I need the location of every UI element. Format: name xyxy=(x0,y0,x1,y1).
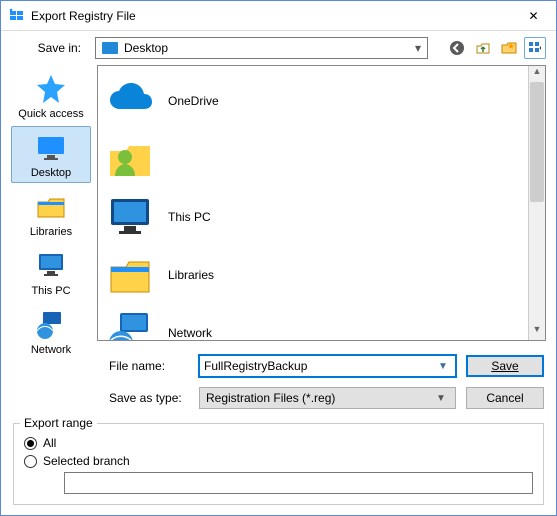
savein-label: Save in: xyxy=(11,41,81,55)
this-pc-icon xyxy=(35,250,67,282)
fields-area: File name: ▼ Save Save as type: Registra… xyxy=(1,347,556,419)
desktop-icon xyxy=(102,42,118,54)
file-label: This PC xyxy=(168,210,211,224)
scrollbar[interactable]: ▲ ▼ xyxy=(528,66,545,340)
desktop-monitor-icon xyxy=(35,132,67,164)
onedrive-icon xyxy=(106,77,154,125)
toolbar-nav-icons xyxy=(446,37,546,59)
export-registry-dialog: Export Registry File ✕ Save in: Desktop … xyxy=(0,0,557,516)
places-bar: Quick access Desktop Libraries This PC xyxy=(11,65,91,341)
back-button[interactable] xyxy=(446,37,468,59)
list-item-this-pc[interactable]: This PC xyxy=(102,188,524,246)
places-libraries[interactable]: Libraries xyxy=(11,185,91,242)
scroll-down-icon[interactable]: ▼ xyxy=(529,324,545,340)
savein-toolbar: Save in: Desktop ▾ xyxy=(1,31,556,65)
list-item-user[interactable] xyxy=(102,130,524,188)
place-label: Desktop xyxy=(31,167,71,179)
close-icon: ✕ xyxy=(528,9,538,23)
filetype-value: Registration Files (*.reg) xyxy=(206,391,433,405)
quick-access-icon xyxy=(35,73,67,105)
save-button[interactable]: Save xyxy=(466,355,544,377)
filetype-label: Save as type: xyxy=(109,391,189,405)
list-item-libraries[interactable]: Libraries xyxy=(102,246,524,304)
list-item-network[interactable]: Network xyxy=(102,304,524,340)
filename-input[interactable] xyxy=(204,359,435,373)
radio-all-row[interactable]: All xyxy=(24,436,533,450)
body-area: Quick access Desktop Libraries This PC xyxy=(1,65,556,347)
places-quick-access[interactable]: Quick access xyxy=(11,67,91,124)
titlebar: Export Registry File ✕ xyxy=(1,1,556,31)
places-this-pc[interactable]: This PC xyxy=(11,244,91,301)
libraries-large-icon xyxy=(106,251,154,299)
filename-combo[interactable]: ▼ xyxy=(199,355,456,377)
file-list-panel: OneDrive This PC xyxy=(97,65,546,341)
radio-all[interactable] xyxy=(24,437,37,450)
network-icon xyxy=(35,309,67,341)
scroll-thumb[interactable] xyxy=(530,82,544,202)
file-label: Libraries xyxy=(168,268,214,282)
close-button[interactable]: ✕ xyxy=(511,1,556,30)
cancel-button[interactable]: Cancel xyxy=(466,387,544,409)
file-list[interactable]: OneDrive This PC xyxy=(98,66,528,340)
app-icon xyxy=(9,8,25,24)
up-one-level-button[interactable] xyxy=(472,37,494,59)
chevron-down-icon[interactable]: ▼ xyxy=(433,393,449,404)
this-pc-large-icon xyxy=(106,193,154,241)
new-folder-button[interactable] xyxy=(498,37,520,59)
filetype-combo[interactable]: Registration Files (*.reg) ▼ xyxy=(199,387,456,409)
list-item-onedrive[interactable]: OneDrive xyxy=(102,72,524,130)
export-range-legend: Export range xyxy=(20,416,97,430)
file-label: Network xyxy=(168,326,212,340)
savein-combo[interactable]: Desktop ▾ xyxy=(95,37,428,59)
chevron-down-icon: ▾ xyxy=(409,41,427,55)
savein-value: Desktop xyxy=(124,41,409,55)
selected-branch-input[interactable] xyxy=(64,472,533,494)
radio-all-label: All xyxy=(43,436,56,450)
network-large-icon xyxy=(106,309,154,340)
places-desktop[interactable]: Desktop xyxy=(11,126,91,183)
place-label: Libraries xyxy=(30,226,72,238)
chevron-down-icon[interactable]: ▼ xyxy=(435,361,451,372)
export-range-fieldset: Export range All Selected branch xyxy=(13,423,544,505)
radio-selected-branch-label: Selected branch xyxy=(43,454,130,468)
radio-selected-branch-row[interactable]: Selected branch xyxy=(24,454,533,468)
filename-label: File name: xyxy=(109,359,189,373)
libraries-icon xyxy=(35,191,67,223)
scroll-up-icon[interactable]: ▲ xyxy=(529,66,545,82)
window-title: Export Registry File xyxy=(31,9,511,23)
radio-selected-branch[interactable] xyxy=(24,455,37,468)
place-label: This PC xyxy=(31,285,70,297)
view-menu-button[interactable] xyxy=(524,37,546,59)
user-folder-icon xyxy=(106,135,154,183)
place-label: Quick access xyxy=(18,108,83,120)
file-label: OneDrive xyxy=(168,94,219,108)
